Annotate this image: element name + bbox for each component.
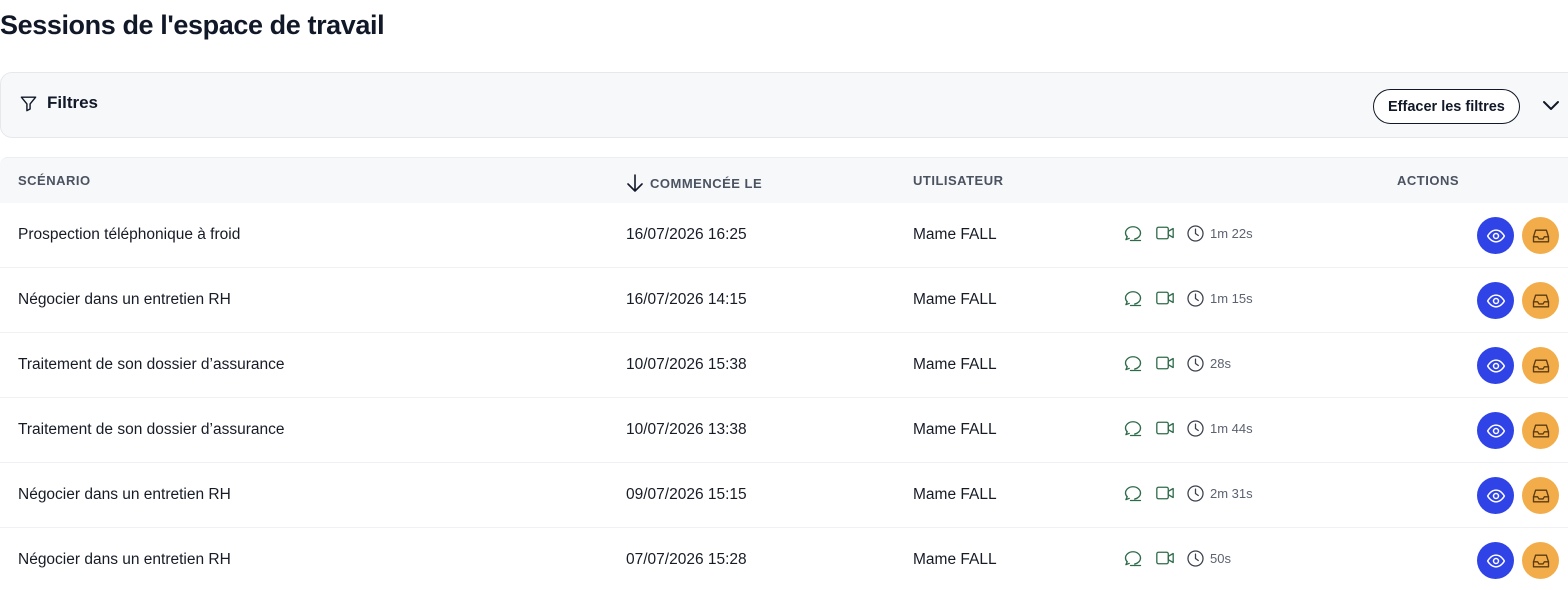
inbox-icon	[1532, 424, 1549, 437]
column-header-actions: ACTIONS	[1397, 173, 1459, 188]
view-session-button[interactable]	[1477, 217, 1514, 254]
clock-icon	[1187, 224, 1204, 242]
row-user: Mame FALL	[913, 421, 997, 438]
view-session-button[interactable]	[1477, 542, 1514, 579]
chat-icon[interactable]	[1123, 548, 1143, 568]
eye-icon	[1486, 228, 1505, 243]
clock-icon	[1187, 484, 1204, 502]
arrow-down-icon	[627, 174, 643, 192]
eye-icon	[1486, 423, 1505, 438]
clear-filters-button[interactable]: Effacer les filtres	[1373, 89, 1520, 124]
video-icon[interactable]	[1155, 289, 1175, 307]
page-title: Sessions de l'espace de travail	[0, 10, 385, 40]
row-user: Mame FALL	[913, 486, 997, 503]
column-header-user[interactable]: UTILISATEUR	[913, 173, 1003, 188]
sessions-table: SCÉNARIO COMMENCÉE LE UTILISATEUR ACTION…	[0, 157, 1568, 590]
row-duration: 1m 22s	[1210, 225, 1253, 241]
video-icon[interactable]	[1155, 224, 1175, 242]
table-row[interactable]: Négocier dans un entretien RH 07/07/2026…	[0, 528, 1568, 590]
table-body: Prospection téléphonique à froid 16/07/2…	[0, 203, 1568, 590]
row-started-at: 16/07/2026 16:25	[626, 226, 747, 243]
row-meta: 1m 22s	[1123, 223, 1253, 243]
column-header-actions-label: ACTIONS	[1397, 173, 1459, 188]
view-session-button[interactable]	[1477, 347, 1514, 384]
row-duration: 2m 31s	[1210, 485, 1253, 501]
row-scenario: Négocier dans un entretien RH	[18, 291, 231, 308]
chat-icon[interactable]	[1123, 418, 1143, 438]
eye-icon	[1486, 293, 1505, 308]
table-row[interactable]: Traitement de son dossier d’assurance 10…	[0, 398, 1568, 463]
row-started-at: 10/07/2026 15:38	[626, 356, 747, 373]
archive-session-button[interactable]	[1522, 477, 1559, 514]
archive-session-button[interactable]	[1522, 217, 1559, 254]
clock-icon	[1187, 354, 1204, 372]
row-scenario: Négocier dans un entretien RH	[18, 486, 231, 503]
column-header-started-at-label: COMMENCÉE LE	[650, 175, 763, 191]
row-user: Mame FALL	[913, 226, 997, 243]
filters-label: Filtres	[47, 93, 99, 112]
archive-session-button[interactable]	[1522, 412, 1559, 449]
eye-icon	[1486, 488, 1505, 503]
filter-icon	[20, 95, 37, 111]
row-meta: 28s	[1123, 353, 1231, 373]
table-header: SCÉNARIO COMMENCÉE LE UTILISATEUR ACTION…	[0, 157, 1568, 203]
row-scenario: Traitement de son dossier d’assurance	[18, 421, 285, 438]
inbox-icon	[1532, 294, 1549, 307]
row-duration: 50s	[1210, 550, 1231, 566]
inbox-icon	[1532, 359, 1549, 372]
row-duration: 1m 15s	[1210, 290, 1253, 306]
row-duration: 28s	[1210, 355, 1231, 371]
chat-icon[interactable]	[1123, 353, 1143, 373]
chat-icon[interactable]	[1123, 483, 1143, 503]
row-user: Mame FALL	[913, 356, 997, 373]
row-meta: 1m 44s	[1123, 418, 1253, 438]
eye-icon	[1486, 358, 1505, 373]
inbox-icon	[1532, 554, 1549, 567]
row-started-at: 10/07/2026 13:38	[626, 421, 747, 438]
table-row[interactable]: Négocier dans un entretien RH 16/07/2026…	[0, 268, 1568, 333]
table-row[interactable]: Négocier dans un entretien RH 09/07/2026…	[0, 463, 1568, 528]
view-session-button[interactable]	[1477, 477, 1514, 514]
archive-session-button[interactable]	[1522, 282, 1559, 319]
eye-icon	[1486, 553, 1505, 568]
row-scenario: Traitement de son dossier d’assurance	[18, 356, 285, 373]
row-started-at: 09/07/2026 15:15	[626, 486, 747, 503]
column-header-user-label: UTILISATEUR	[913, 173, 1004, 188]
archive-session-button[interactable]	[1522, 542, 1559, 579]
column-header-scenario-label: SCÉNARIO	[18, 173, 91, 188]
video-icon[interactable]	[1155, 419, 1175, 437]
row-scenario: Négocier dans un entretien RH	[18, 551, 231, 568]
archive-session-button[interactable]	[1522, 347, 1559, 384]
column-header-started-at[interactable]: COMMENCÉE LE	[626, 173, 762, 193]
row-duration: 1m 44s	[1210, 420, 1253, 436]
row-started-at: 16/07/2026 14:15	[626, 291, 747, 308]
column-header-scenario[interactable]: SCÉNARIO	[18, 173, 91, 188]
row-started-at: 07/07/2026 15:28	[626, 551, 747, 568]
clock-icon	[1187, 419, 1204, 437]
chat-icon[interactable]	[1123, 288, 1143, 308]
inbox-icon	[1532, 229, 1549, 242]
table-row[interactable]: Traitement de son dossier d’assurance 10…	[0, 333, 1568, 398]
chevron-down-icon[interactable]	[1541, 97, 1561, 115]
row-meta: 2m 31s	[1123, 483, 1253, 503]
row-user: Mame FALL	[913, 551, 997, 568]
workspace-sessions-page: Sessions de l'espace de travail Filtres …	[0, 0, 1568, 590]
video-icon[interactable]	[1155, 549, 1175, 567]
view-session-button[interactable]	[1477, 412, 1514, 449]
clock-icon	[1187, 289, 1204, 307]
row-scenario: Prospection téléphonique à froid	[18, 226, 241, 243]
row-meta: 1m 15s	[1123, 288, 1253, 308]
clock-icon	[1187, 549, 1204, 567]
filters-toggle[interactable]: Filtres	[19, 93, 98, 113]
row-meta: 50s	[1123, 548, 1231, 568]
table-row[interactable]: Prospection téléphonique à froid 16/07/2…	[0, 203, 1568, 268]
chat-icon[interactable]	[1123, 223, 1143, 243]
video-icon[interactable]	[1155, 484, 1175, 502]
filters-bar: Filtres Effacer les filtres	[0, 72, 1568, 138]
inbox-icon	[1532, 489, 1549, 502]
view-session-button[interactable]	[1477, 282, 1514, 319]
video-icon[interactable]	[1155, 354, 1175, 372]
row-user: Mame FALL	[913, 291, 997, 308]
